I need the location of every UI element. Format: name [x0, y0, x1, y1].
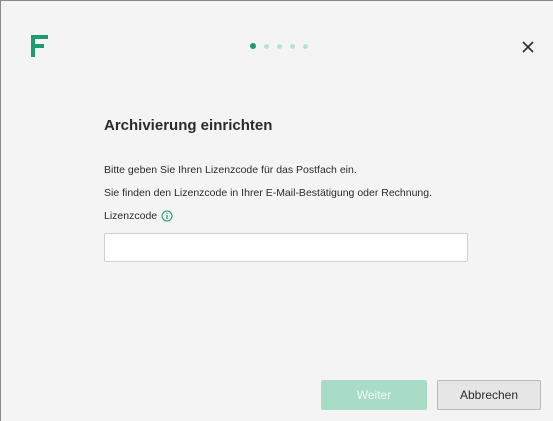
- license-label: Lizenzcode: [104, 210, 158, 222]
- f-logo-icon: [31, 35, 48, 57]
- license-code-input[interactable]: [104, 233, 468, 262]
- instruction-text: Bitte geben Sie Ihren Lizenzcode für das…: [104, 164, 357, 176]
- step-dot-5: [303, 44, 308, 49]
- step-dot-1: [250, 43, 256, 49]
- setup-dialog: Archivierung einrichten Bitte geben Sie …: [0, 0, 553, 421]
- page-title: Archivierung einrichten: [104, 117, 273, 134]
- step-dot-2: [264, 44, 269, 49]
- close-icon[interactable]: [519, 38, 537, 56]
- step-dot-4: [290, 44, 295, 49]
- info-icon[interactable]: [161, 210, 173, 222]
- cancel-button[interactable]: Abbrechen: [437, 380, 541, 410]
- license-label-row: Lizenzcode: [104, 210, 173, 222]
- step-dot-3: [277, 44, 282, 49]
- next-button[interactable]: Weiter: [321, 380, 427, 410]
- hint-text: Sie finden den Lizenzcode in Ihrer E-Mai…: [104, 187, 433, 199]
- step-progress-indicator: [250, 43, 308, 51]
